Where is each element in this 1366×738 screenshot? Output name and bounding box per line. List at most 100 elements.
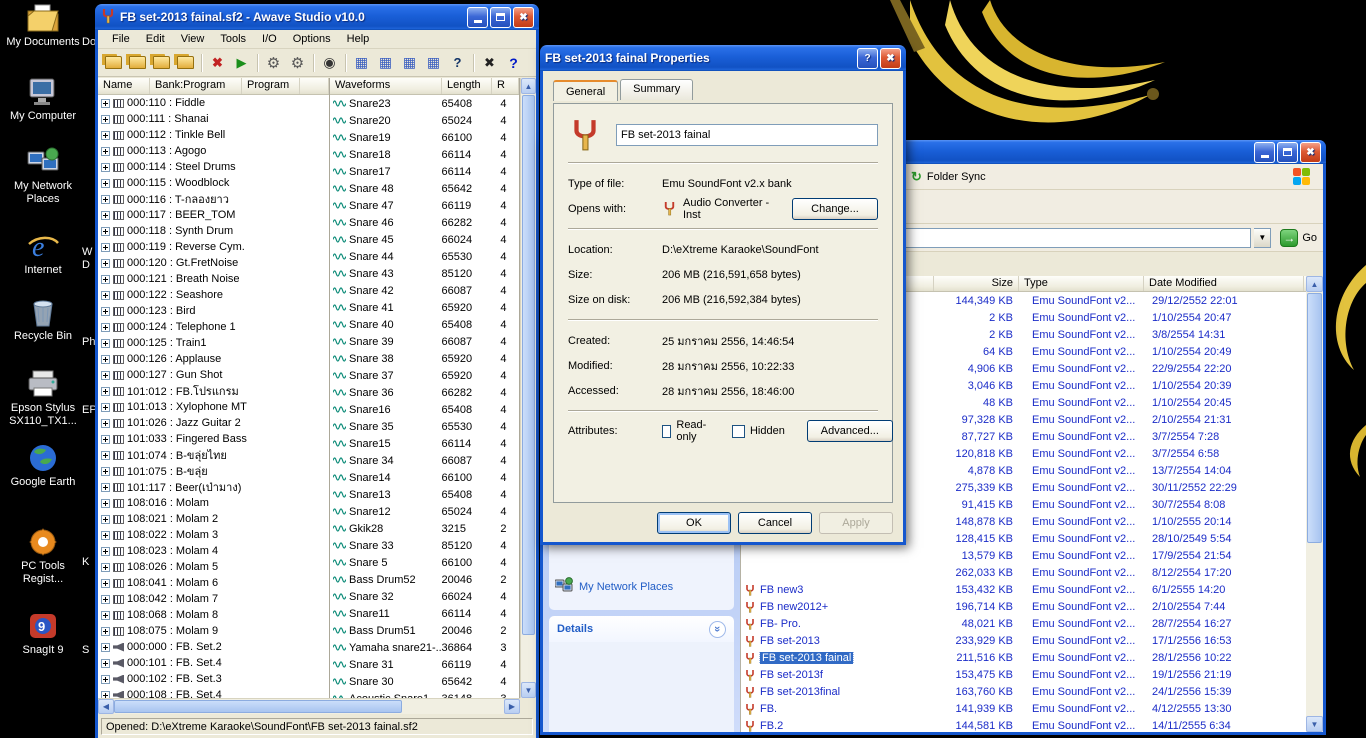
waveform-row[interactable]: Bass Drum52 20046 2 bbox=[330, 571, 519, 588]
details-panel-header[interactable]: Details » bbox=[549, 616, 734, 642]
program-row[interactable]: 101:074 : B-ขลุ่ยไทย bbox=[98, 447, 329, 463]
program-row[interactable]: 000:126 : Applause bbox=[98, 351, 329, 367]
waveform-row[interactable]: Snare 36 66282 4 bbox=[330, 384, 519, 401]
expand-icon[interactable] bbox=[101, 594, 110, 604]
menu-item[interactable]: I/O bbox=[254, 31, 285, 47]
filename-input[interactable] bbox=[616, 124, 878, 146]
program-row[interactable]: 000:108 : FB. Set.4 bbox=[98, 687, 329, 698]
column-header-date-modified[interactable]: Date Modified bbox=[1144, 276, 1304, 291]
column-header-bank-program[interactable]: Bank:Program bbox=[150, 78, 242, 94]
program-row[interactable]: 101:033 : Fingered Bass bbox=[98, 431, 329, 447]
minimize-button[interactable] bbox=[1254, 141, 1275, 163]
expand-icon[interactable] bbox=[101, 610, 110, 620]
layout-tile-icon[interactable] bbox=[422, 51, 445, 74]
program-row[interactable]: 000:127 : Gun Shot bbox=[98, 367, 329, 383]
program-row[interactable]: 000:124 : Telephone 1 bbox=[98, 319, 329, 335]
expand-icon[interactable] bbox=[101, 114, 110, 124]
program-row[interactable]: 000:116 : T-กลองยาว bbox=[98, 191, 329, 207]
apply-button[interactable]: Apply bbox=[819, 512, 893, 534]
dialog-titlebar[interactable]: FB set-2013 fainal Properties ? ✖ bbox=[540, 45, 906, 71]
waveform-row[interactable]: Snare13 65408 4 bbox=[330, 486, 519, 503]
expand-icon[interactable] bbox=[101, 146, 110, 156]
advanced-button[interactable]: Advanced... bbox=[806, 420, 893, 442]
waveform-row[interactable]: Snare19 66100 4 bbox=[330, 129, 519, 146]
help-button[interactable]: ? bbox=[857, 47, 878, 69]
scroll-right-button[interactable]: ▶ bbox=[504, 699, 520, 714]
waveform-row[interactable]: Snare 48 65642 4 bbox=[330, 180, 519, 197]
wrench-icon[interactable] bbox=[262, 51, 285, 74]
expand-icon[interactable] bbox=[101, 370, 110, 380]
expand-icon[interactable] bbox=[101, 290, 110, 300]
waveform-row[interactable]: Snare 30 65642 4 bbox=[330, 673, 519, 690]
play-icon[interactable] bbox=[230, 51, 253, 74]
cancel-button[interactable]: Cancel bbox=[738, 512, 812, 534]
expand-icon[interactable] bbox=[101, 514, 110, 524]
program-row[interactable]: 000:110 : Fiddle bbox=[98, 95, 329, 111]
waveform-row[interactable]: Snare14 66100 4 bbox=[330, 469, 519, 486]
program-row[interactable]: 000:119 : Reverse Cym. bbox=[98, 239, 329, 255]
vertical-scrollbar[interactable]: ▲ ▼ bbox=[1306, 276, 1323, 732]
waveform-row[interactable]: Snare 40 65408 4 bbox=[330, 316, 519, 333]
desktop-icon-my-computer[interactable]: My Computer bbox=[0, 76, 86, 123]
program-row[interactable]: 000:117 : BEER_TOM bbox=[98, 207, 329, 223]
delete-icon[interactable] bbox=[206, 51, 229, 74]
waveform-row[interactable]: Snare 37 65920 4 bbox=[330, 367, 519, 384]
program-row[interactable]: 108:041 : Molam 6 bbox=[98, 575, 329, 591]
program-row[interactable]: 000:114 : Steel Drums bbox=[98, 159, 329, 175]
program-row[interactable]: 000:000 : FB. Set.2 bbox=[98, 639, 329, 655]
waveform-row[interactable]: Snare15 66114 4 bbox=[330, 435, 519, 452]
file-row[interactable]: FB set-2013final 163,760 KB Emu SoundFon… bbox=[741, 683, 1306, 700]
close-button[interactable]: ✖ bbox=[513, 6, 534, 28]
expand-icon[interactable] bbox=[101, 258, 110, 268]
save-as-icon[interactable] bbox=[174, 51, 197, 74]
desktop-icon-internet[interactable]: e Internet bbox=[0, 230, 86, 277]
maximize-button[interactable] bbox=[1277, 141, 1298, 163]
waveform-row[interactable]: Bass Drum51 20046 2 bbox=[330, 622, 519, 639]
program-row[interactable]: 101:075 : B-ขลุ่ย bbox=[98, 463, 329, 479]
expand-icon[interactable] bbox=[101, 306, 110, 316]
waveform-row[interactable]: Snare 38 65920 4 bbox=[330, 350, 519, 367]
read-only-checkbox[interactable] bbox=[662, 424, 672, 438]
waveform-row[interactable]: Snare 5 66100 4 bbox=[330, 554, 519, 571]
program-row[interactable]: 000:120 : Gt.FretNoise bbox=[98, 255, 329, 271]
program-row[interactable]: 108:023 : Molam 4 bbox=[98, 543, 329, 559]
column-header-type[interactable]: Type bbox=[1019, 276, 1144, 291]
program-row[interactable]: 000:125 : Train1 bbox=[98, 335, 329, 351]
desktop-icon-my-network-places[interactable]: My Network Places bbox=[0, 146, 86, 206]
desktop-icon-recycle-bin[interactable]: Recycle Bin bbox=[0, 296, 86, 343]
program-row[interactable]: 000:102 : FB. Set.3 bbox=[98, 671, 329, 687]
menu-item[interactable]: Help bbox=[339, 31, 378, 47]
expand-icon[interactable] bbox=[101, 466, 110, 476]
tab-general[interactable]: General bbox=[553, 80, 619, 101]
file-row[interactable]: FB.2 144,581 KB Emu SoundFont v2... 14/1… bbox=[741, 717, 1306, 732]
scroll-left-button[interactable]: ◀ bbox=[98, 699, 114, 714]
program-row[interactable]: 000:112 : Tinkle Bell bbox=[98, 127, 329, 143]
file-row[interactable]: FB new2012+ 196,714 KB Emu SoundFont v2.… bbox=[741, 598, 1306, 615]
open-icon[interactable] bbox=[102, 51, 125, 74]
expand-icon[interactable] bbox=[101, 242, 110, 252]
expand-icon[interactable] bbox=[101, 194, 110, 204]
waveform-row[interactable]: Snare20 65024 4 bbox=[330, 112, 519, 129]
scrollbar-thumb[interactable] bbox=[114, 700, 402, 713]
minimize-button[interactable] bbox=[467, 6, 488, 28]
scrollbar-thumb[interactable] bbox=[522, 95, 535, 635]
change-button[interactable]: Change... bbox=[792, 197, 878, 220]
record-icon[interactable] bbox=[318, 51, 341, 74]
file-row[interactable]: 13,579 KB Emu SoundFont v2... 17/9/2554 … bbox=[741, 547, 1306, 564]
waveform-row[interactable]: Snare18 66114 4 bbox=[330, 146, 519, 163]
tab-summary[interactable]: Summary bbox=[620, 79, 694, 100]
waveform-row[interactable]: Acoustic Snare1... 36148 3 bbox=[330, 690, 519, 698]
program-row[interactable]: 101:012 : FB.โปรแกรม bbox=[98, 383, 329, 399]
waveform-row[interactable]: Snare 39 66087 4 bbox=[330, 333, 519, 350]
program-row[interactable]: 101:026 : Jazz Guitar 2 bbox=[98, 415, 329, 431]
file-row[interactable]: FB set-2013f 153,475 KB Emu SoundFont v2… bbox=[741, 666, 1306, 683]
go-button[interactable]: → Go bbox=[1280, 228, 1317, 247]
desktop-icon-snagit[interactable]: 9 SnagIt 9 bbox=[0, 610, 86, 657]
desktop-icon-my-documents[interactable]: My Documents bbox=[0, 2, 86, 49]
program-row[interactable]: 101:117 : Beer(เป่ามาง) bbox=[98, 479, 329, 495]
waveform-row[interactable]: Snare 45 66024 4 bbox=[330, 231, 519, 248]
waveform-row[interactable]: Snare11 66114 4 bbox=[330, 605, 519, 622]
program-row[interactable]: 108:022 : Molam 3 bbox=[98, 527, 329, 543]
menu-item[interactable]: Options bbox=[285, 31, 339, 47]
program-row[interactable]: 000:118 : Synth Drum bbox=[98, 223, 329, 239]
